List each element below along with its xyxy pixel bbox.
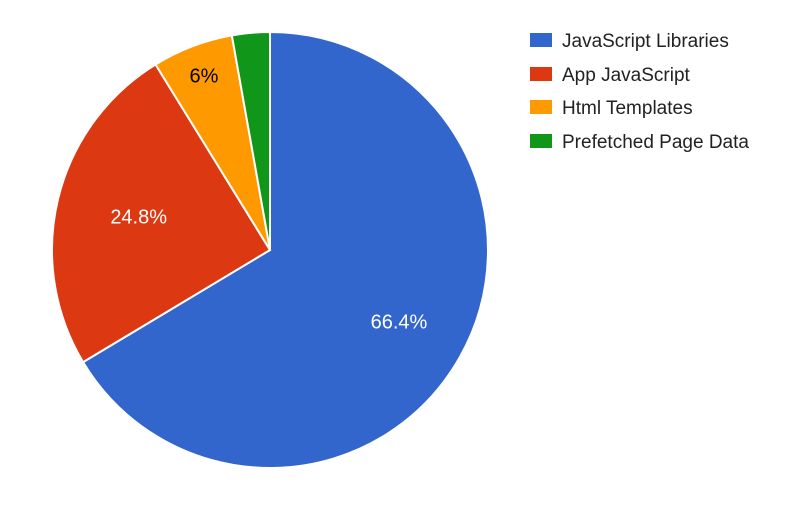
legend-item: JavaScript Libraries: [530, 28, 749, 56]
legend-swatch: [530, 134, 552, 148]
pie-chart: 66.4% 24.8% 6%: [40, 20, 500, 480]
legend-item: Html Templates: [530, 95, 749, 123]
slice-label: 6%: [190, 65, 219, 88]
chart-legend: JavaScript Libraries App JavaScript Html T…: [530, 28, 749, 162]
legend-label: Prefetched Page Data: [562, 129, 749, 157]
legend-label: JavaScript Libraries: [562, 28, 729, 56]
legend-item: Prefetched Page Data: [530, 129, 749, 157]
slice-label: 66.4%: [371, 312, 428, 335]
legend-swatch: [530, 33, 552, 47]
legend-label: App JavaScript: [562, 62, 690, 90]
legend-swatch: [530, 67, 552, 81]
slice-label: 24.8%: [110, 207, 167, 230]
legend-label: Html Templates: [562, 95, 693, 123]
legend-swatch: [530, 100, 552, 114]
legend-item: App JavaScript: [530, 62, 749, 90]
